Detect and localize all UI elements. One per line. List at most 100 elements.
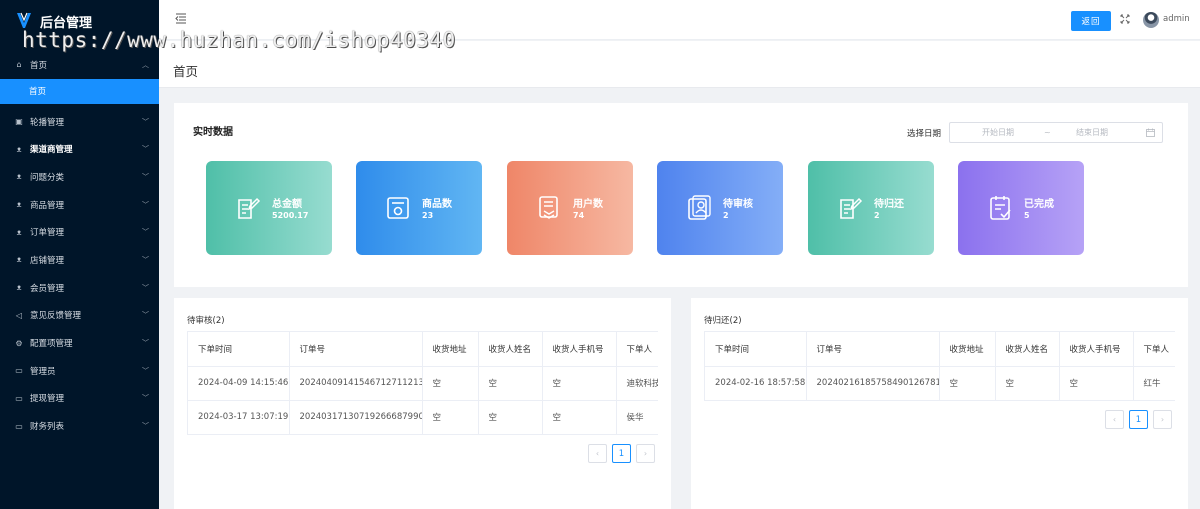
sidebar-item-12[interactable]: ▭ 财务列表 ﹀ <box>0 412 159 440</box>
stat-card-value: 23 <box>422 211 434 220</box>
stat-card-value: 2 <box>723 211 729 220</box>
chevron-down-icon: ﹀ <box>142 172 149 181</box>
sidebar-item-2[interactable]: ᴥ 渠道商管理 ﹀ <box>0 135 159 163</box>
column-header: 收货地址 <box>422 332 479 367</box>
stat-card-5[interactable]: 已完成 5 <box>958 161 1084 255</box>
table-row: 2024-04-09 14:15:46 202404091415467127112… <box>188 366 658 401</box>
column-header: 下单人 <box>616 332 658 367</box>
table-cell: 20240409141546712711213б <box>289 366 423 401</box>
sidebar-item-label: 问题分类 <box>30 172 65 183</box>
table-cell: 空 <box>542 400 617 434</box>
stat-card-value: 74 <box>573 211 585 220</box>
table-cell: 空 <box>995 366 1060 400</box>
table-cell: 空 <box>542 366 617 401</box>
stat-card-value: 5 <box>1024 211 1030 220</box>
sidebar-item-3[interactable]: ᴥ 问题分类 ﹀ <box>0 163 159 191</box>
menu-collapse-icon[interactable] <box>175 12 187 24</box>
pending-review-panel: 待审核(2) 下单时间 订单号 收货地址 收货人姓名 收货人手机号 下单人 2024-04-… <box>174 298 671 509</box>
next-page-button[interactable]: › <box>636 444 655 463</box>
sidebar-subitem-home[interactable]: 首页 <box>0 78 159 104</box>
table-cell: 空 <box>939 366 996 400</box>
table-cell: 202402161857584901267812 <box>806 366 940 400</box>
calendar-icon <box>1146 128 1155 137</box>
users-icon: ᴥ <box>16 200 22 210</box>
chevron-down-icon: ﹀ <box>142 422 149 431</box>
table-cell: 202403171307192666879907 <box>289 400 423 434</box>
edit-document-icon <box>238 197 261 219</box>
image-icon: ▣ <box>15 117 23 127</box>
fullscreen-icon[interactable] <box>1120 14 1130 24</box>
chevron-down-icon: ﹀ <box>142 200 149 209</box>
avatar[interactable] <box>1143 12 1159 28</box>
sidebar-item-9[interactable]: ⚙ 配置项管理 ﹀ <box>0 329 159 357</box>
stat-card-1[interactable]: 商品数 23 <box>356 161 482 255</box>
stat-card-label: 待归还 <box>874 199 904 210</box>
prev-page-button[interactable]: ‹ <box>1105 410 1124 429</box>
column-header: 收货人姓名 <box>478 332 543 367</box>
megaphone-icon: ◁ <box>15 310 23 320</box>
table-cell: 空 <box>422 366 479 401</box>
date-start-input[interactable]: 开始日期 <box>982 127 1014 138</box>
sidebar-item-label: 渠道商管理 <box>30 145 73 156</box>
next-page-button[interactable]: › <box>1153 410 1172 429</box>
sidebar-item-0[interactable]: ⌂ 首页 ︿ <box>0 51 159 79</box>
chevron-down-icon: ﹀ <box>142 339 149 348</box>
sidebar-item-6[interactable]: ᴥ 店铺管理 ﹀ <box>0 246 159 274</box>
page-number-button[interactable]: 1 <box>612 444 631 463</box>
table-cell: 红牛 <box>1133 366 1175 400</box>
folder-icon: ▭ <box>15 366 23 376</box>
stat-card-label: 已完成 <box>1024 199 1054 210</box>
pending-return-title: 待归还(2) <box>704 316 742 326</box>
stat-card-2[interactable]: 用户数 74 <box>507 161 633 255</box>
column-header: 下单时间 <box>188 332 290 367</box>
stat-card-label: 商品数 <box>422 199 452 210</box>
pending-return-pager: ‹ 1 › <box>1105 410 1172 429</box>
sidebar-item-7[interactable]: ᴥ 会员管理 ﹀ <box>0 274 159 302</box>
sidebar-item-label: 首页 <box>30 60 48 71</box>
users-icon: ᴥ <box>16 172 22 182</box>
date-label: 选择日期 <box>907 129 942 139</box>
folder-icon: ▭ <box>15 421 23 431</box>
sidebar-item-label: 提现管理 <box>30 394 65 405</box>
stat-card-label: 总金额 <box>272 199 302 210</box>
sidebar-item-1[interactable]: ▣ 轮播管理 ﹀ <box>0 108 159 136</box>
page-title: 首页 <box>173 64 199 79</box>
sidebar-item-8[interactable]: ◁ 意见反馈管理 ﹀ <box>0 302 159 330</box>
stat-card-0[interactable]: 总金额 5200.17 <box>206 161 332 255</box>
pending-return-table: 下单时间 订单号 收货地址 收货人姓名 收货人手机号 下单人 2024-02-16 18:5… <box>704 331 1175 401</box>
chevron-down-icon: ﹀ <box>142 283 149 292</box>
chevron-down-icon: ﹀ <box>142 255 149 264</box>
realtime-panel: 实时数据 选择日期 开始日期 ~ 结束日期 总金额 5200.17 商品数 23 用户数… <box>174 103 1188 287</box>
date-range-picker[interactable]: 开始日期 ~ 结束日期 <box>949 122 1163 143</box>
date-end-input[interactable]: 结束日期 <box>1076 127 1108 138</box>
users-icon: ᴥ <box>16 255 22 265</box>
pending-review-table: 下单时间 订单号 收货地址 收货人姓名 收货人手机号 下单人 2024-04-09 14:1… <box>187 331 658 435</box>
table-cell: 侯华 <box>616 400 658 434</box>
sidebar-item-label: 订单管理 <box>30 228 65 239</box>
column-header: 下单人 <box>1133 332 1175 367</box>
stat-card-3[interactable]: 待审核 2 <box>657 161 783 255</box>
column-header: 收货人手机号 <box>1059 332 1134 367</box>
sidebar-item-label: 意见反馈管理 <box>30 311 82 322</box>
sidebar-item-4[interactable]: ᴥ 商品管理 ﹀ <box>0 191 159 219</box>
page-number-button[interactable]: 1 <box>1129 410 1148 429</box>
column-header: 收货人姓名 <box>995 332 1060 367</box>
sidebar-menu: ⌂ 首页 ︿ 首页 ▣ 轮播管理 ﹀ ᴥ 渠道商管理 ﹀ ᴥ 问题分类 ﹀ ᴥ 商品管理 ﹀ ᴥ 订单管理 ﹀ ᴥ 店铺… <box>0 51 159 440</box>
stat-card-label: 待审核 <box>723 199 753 210</box>
column-header: 收货人手机号 <box>542 332 617 367</box>
back-button[interactable]: 返回 <box>1071 11 1111 31</box>
sidebar-item-label: 店铺管理 <box>30 255 65 266</box>
stat-card-4[interactable]: 待归还 2 <box>808 161 934 255</box>
chevron-down-icon: ﹀ <box>142 145 149 154</box>
prev-page-button[interactable]: ‹ <box>588 444 607 463</box>
chevron-down-icon: ﹀ <box>142 311 149 320</box>
sidebar-item-11[interactable]: ▭ 提现管理 ﹀ <box>0 385 159 413</box>
user-name[interactable]: admin <box>1163 14 1190 24</box>
sidebar: 后台管理 ⌂ 首页 ︿ 首页 ▣ 轮播管理 ﹀ ᴥ 渠道商管理 ﹀ ᴥ 问题分类 ﹀ ᴥ 商品管理 ﹀ ᴥ 订单管… <box>0 0 159 509</box>
sidebar-item-5[interactable]: ᴥ 订单管理 ﹀ <box>0 218 159 246</box>
column-header: 订单号 <box>806 332 940 367</box>
sidebar-item-10[interactable]: ▭ 管理员 ﹀ <box>0 357 159 385</box>
review-icon <box>688 195 711 220</box>
stat-card-value: 2 <box>874 211 880 220</box>
pending-review-title: 待审核(2) <box>187 316 225 326</box>
